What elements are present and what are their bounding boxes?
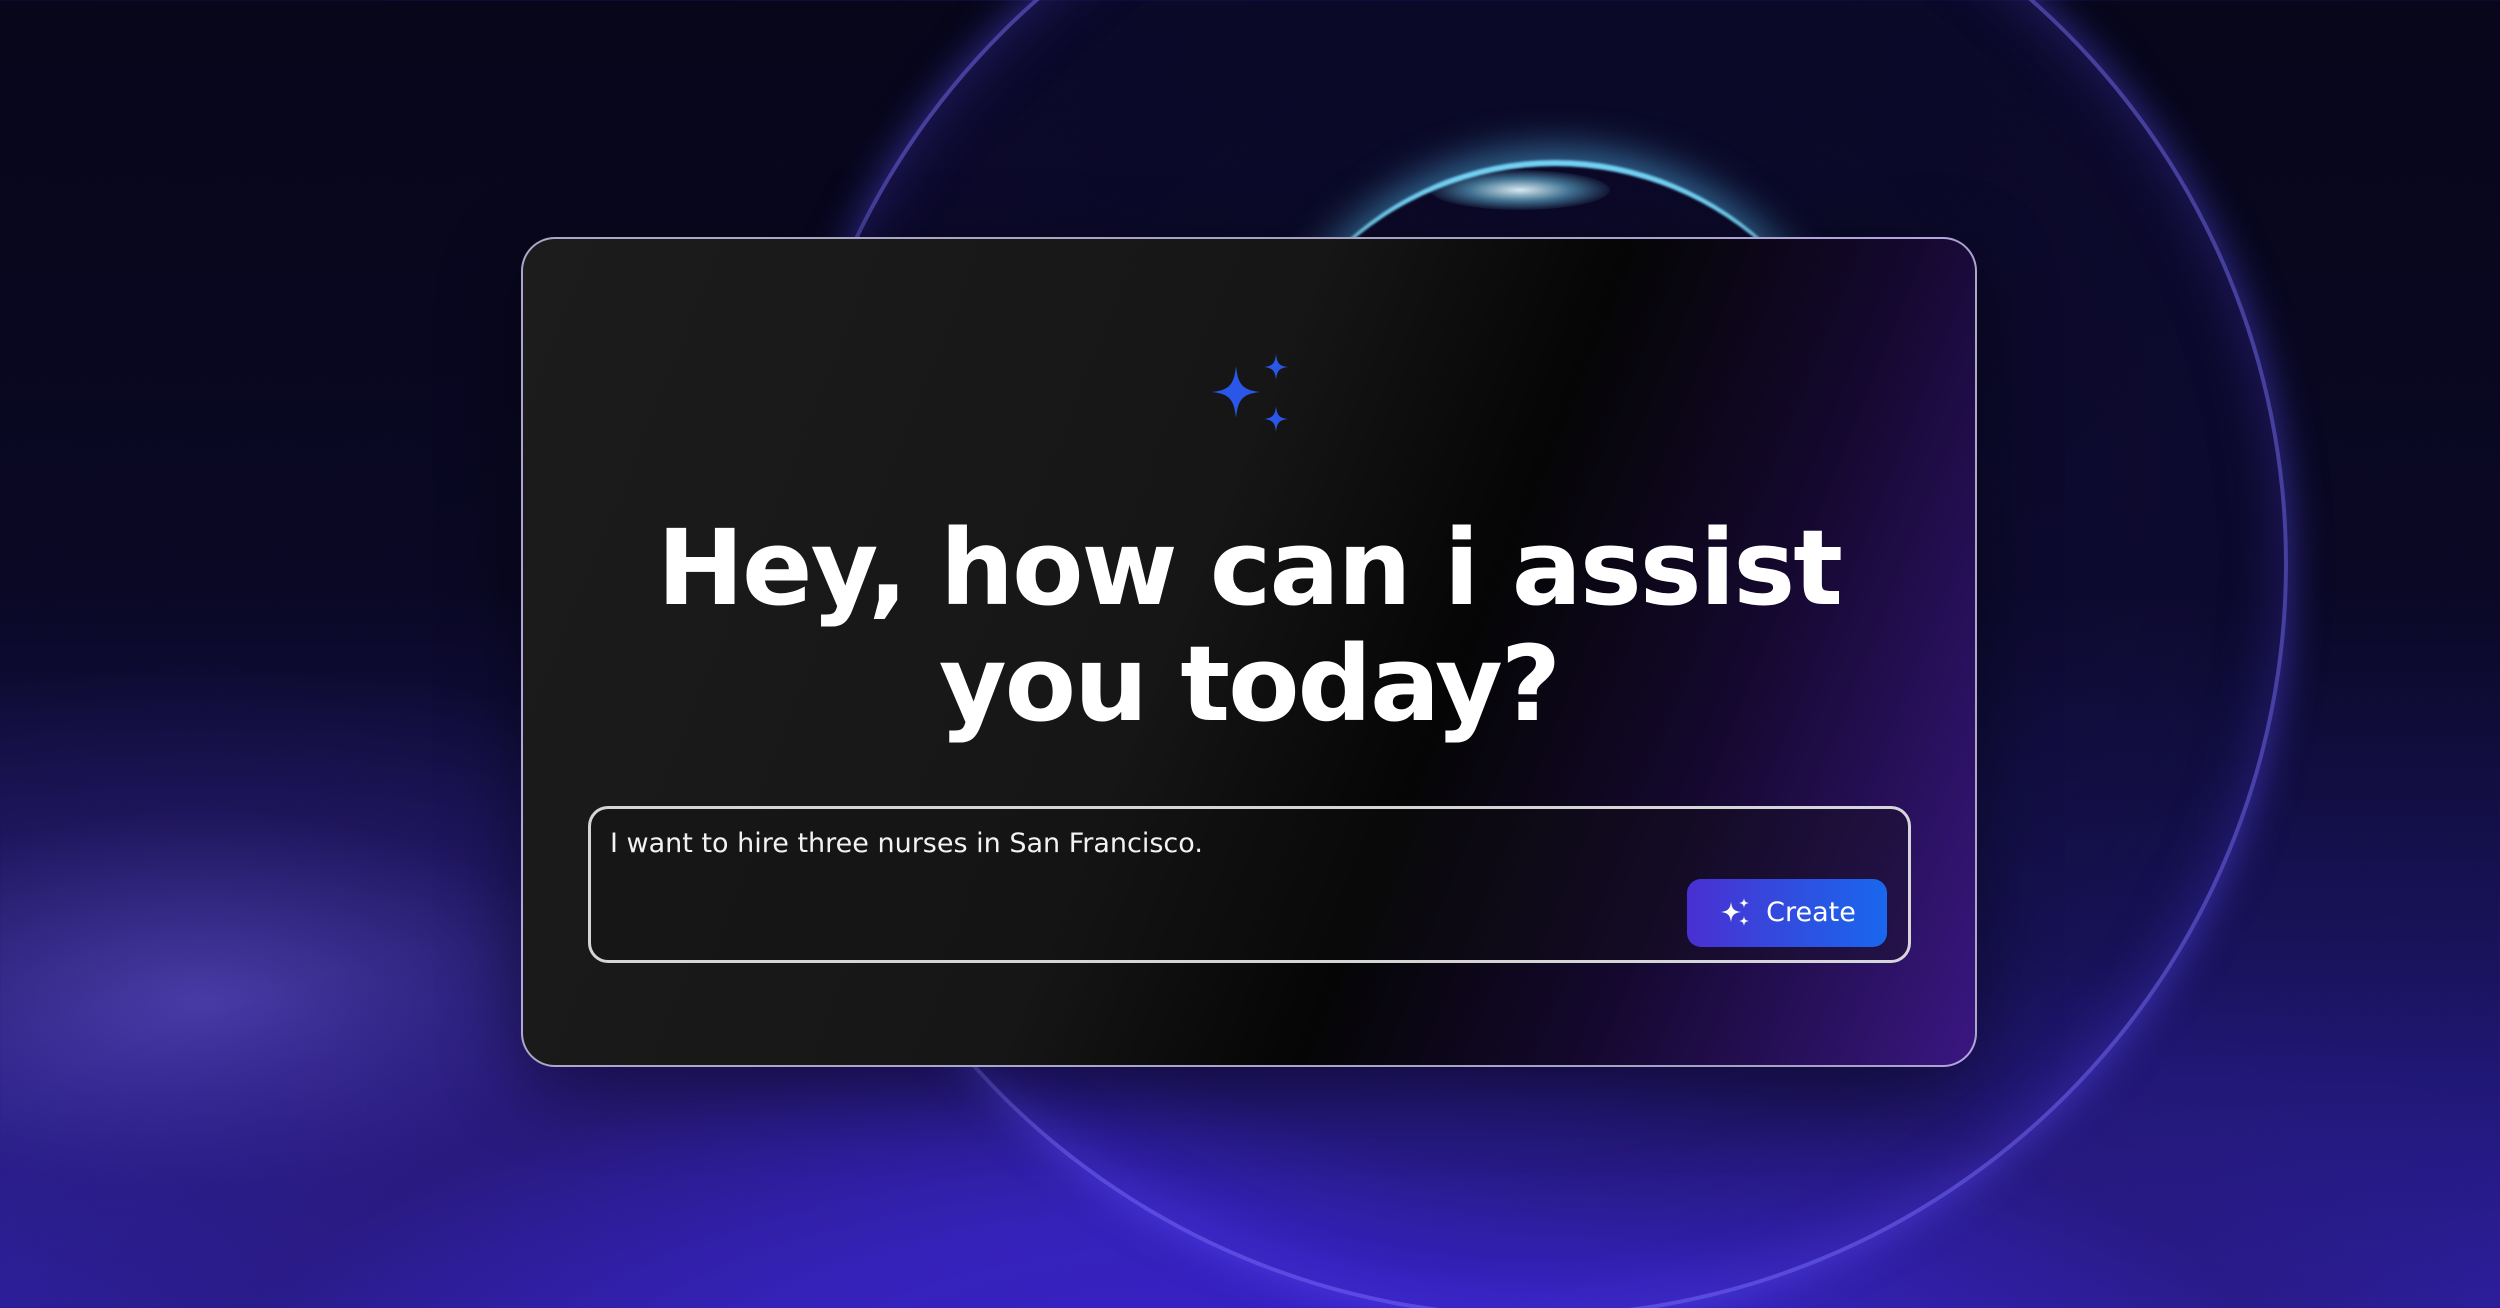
greeting-line-2: you today? [938,623,1561,745]
sparkles-icon [1212,354,1288,432]
assistant-greeting: Hey, how can i assist you today? [521,510,1977,742]
prompt-input-text[interactable]: I want to hire three nurses in San Franc… [610,826,1203,862]
background-glow [1430,170,1610,210]
greeting-line-1: Hey, how can i assist [657,507,1843,629]
create-button[interactable]: Create [1687,879,1887,947]
sparkles-icon [1721,898,1750,926]
create-button-label: Create [1766,897,1856,928]
